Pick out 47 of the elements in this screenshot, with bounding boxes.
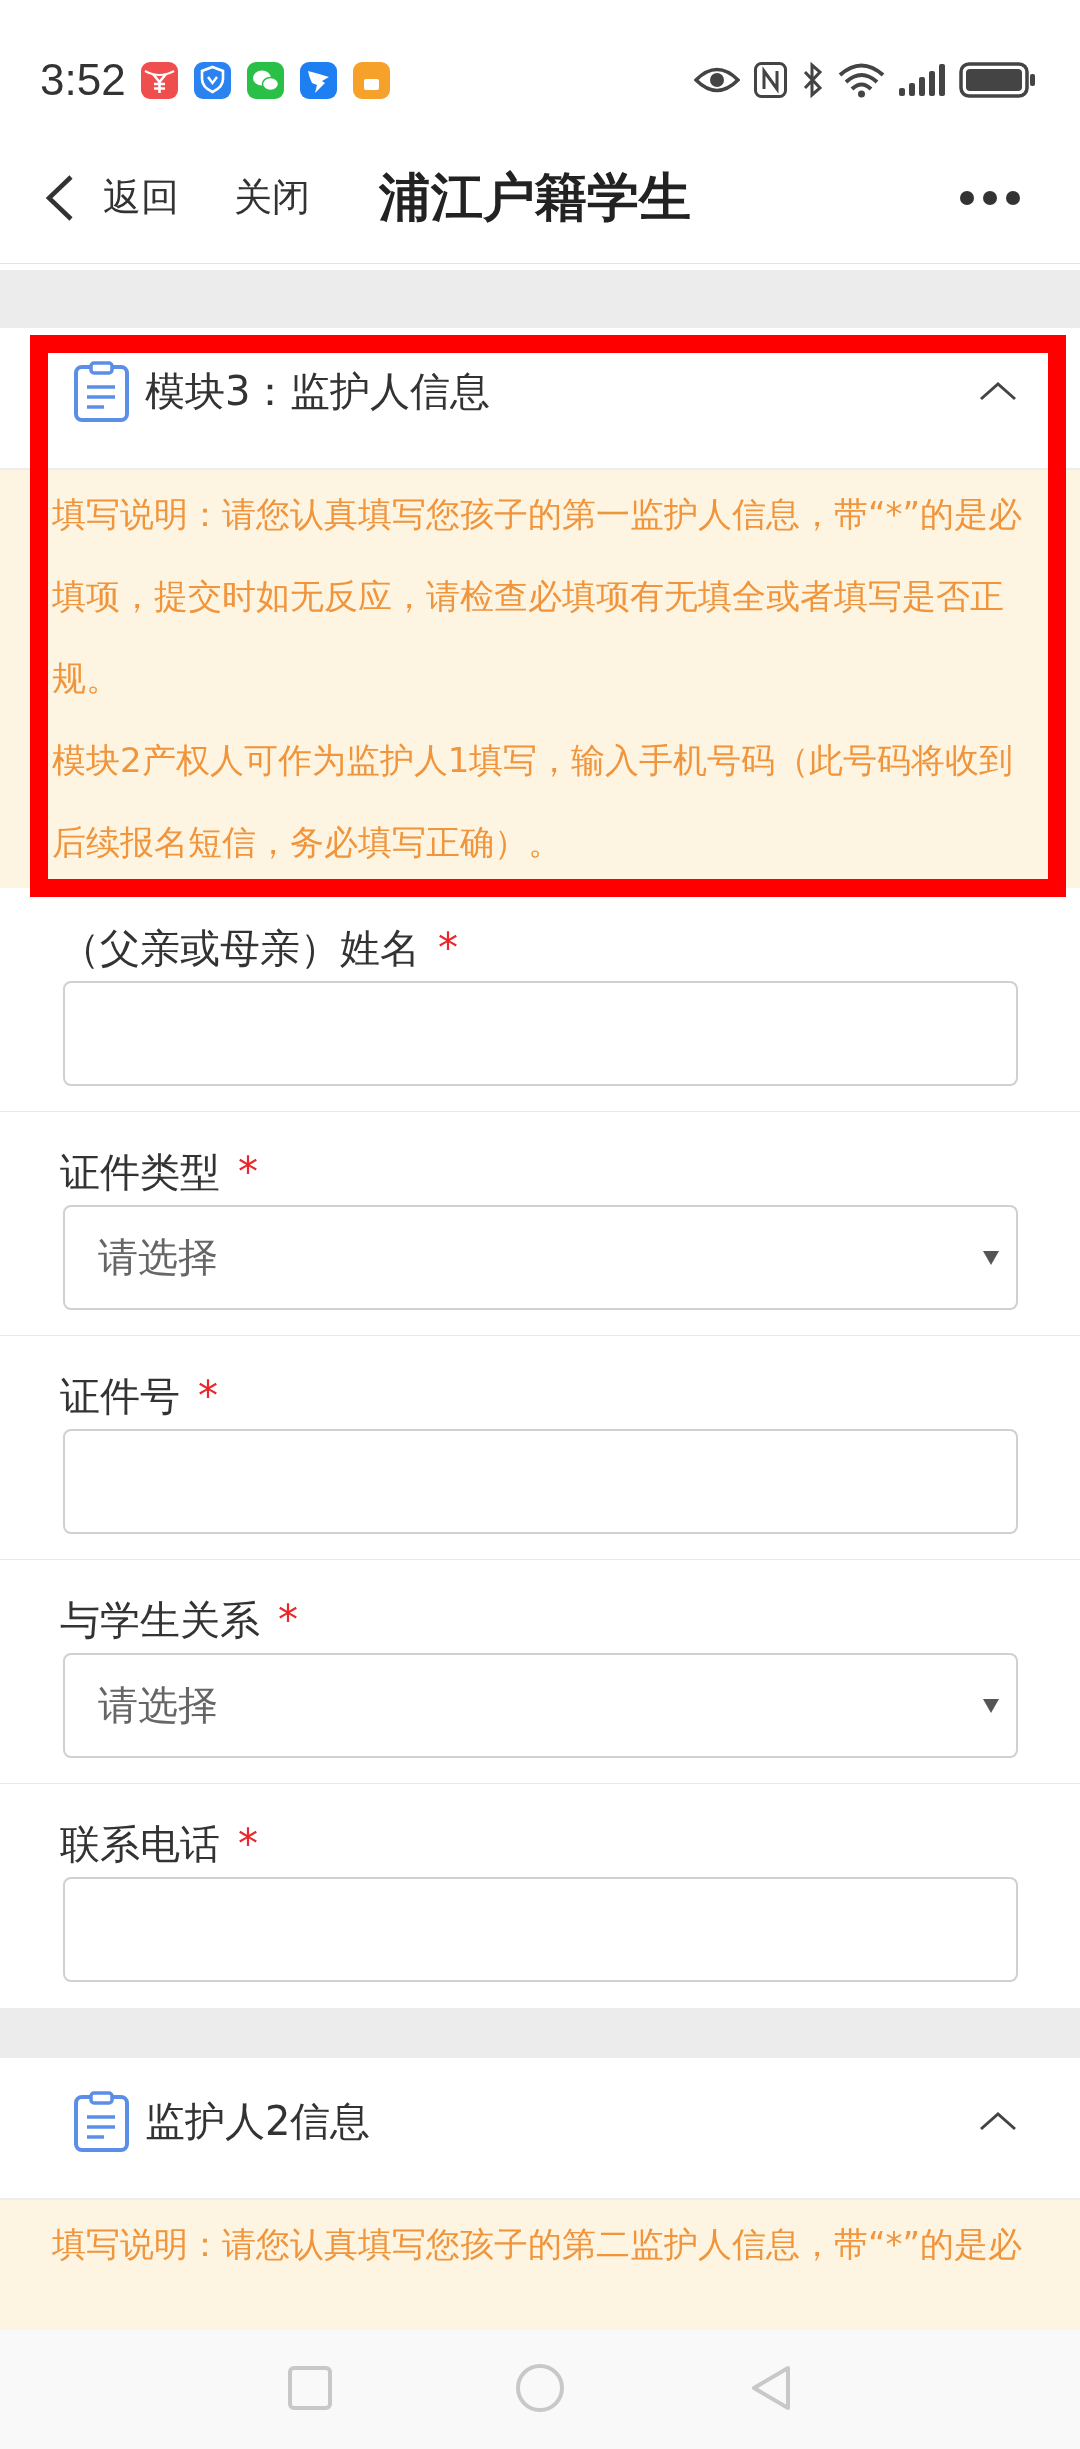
close-button[interactable]: 关闭 xyxy=(234,172,310,223)
chevron-up-icon[interactable] xyxy=(979,2111,1017,2131)
wing-app-icon xyxy=(299,61,337,99)
home-icon[interactable] xyxy=(516,2363,564,2412)
bluetooth-icon xyxy=(801,62,824,98)
tile-app-icon xyxy=(352,61,390,99)
dropdown-triangle-icon xyxy=(983,1250,999,1265)
field-label: 证件类型 xyxy=(60,1147,220,1197)
select-field[interactable]: 请选择 xyxy=(63,1653,1018,1758)
nfc-icon xyxy=(754,62,787,98)
chevron-left-icon xyxy=(45,173,74,222)
required-mark: * xyxy=(238,1821,258,1867)
more-icon xyxy=(959,189,1021,206)
eye-icon xyxy=(694,65,740,95)
back-button[interactable]: 返回 xyxy=(45,172,179,223)
battery-icon xyxy=(959,62,1036,98)
more-button[interactable] xyxy=(959,189,1021,206)
page-title: 浦江户籍学生 xyxy=(379,165,691,229)
text-input-field[interactable] xyxy=(63,1429,1018,1534)
dropdown-triangle-icon xyxy=(983,1698,999,1713)
field-label: 联系电话 xyxy=(60,1819,220,1869)
text-input-field[interactable] xyxy=(63,1877,1018,1982)
section-title: 监护人2信息 xyxy=(145,2096,371,2146)
section-title: 模块3：监护人信息 xyxy=(145,366,491,416)
required-mark: * xyxy=(198,1373,218,1419)
field-label: （父亲或母亲）姓名 xyxy=(60,923,420,973)
chevron-up-icon[interactable] xyxy=(979,381,1017,401)
yen-app-icon xyxy=(140,61,178,99)
required-mark: * xyxy=(278,1597,298,1643)
clipboard-icon xyxy=(74,2090,129,2152)
signal-icon xyxy=(899,64,945,96)
shield-app-icon xyxy=(193,61,231,99)
select-field[interactable]: 请选择 xyxy=(63,1205,1018,1310)
field-label: 与学生关系 xyxy=(60,1595,260,1645)
recents-icon[interactable] xyxy=(288,2365,332,2410)
chat-app-icon xyxy=(246,61,284,99)
text-input-field[interactable] xyxy=(63,981,1018,1086)
back-icon[interactable] xyxy=(750,2364,792,2411)
status-time: 3:52 xyxy=(40,55,126,105)
instruction-text: 模块2产权人可作为监护人1填写，输入手机号码（此号码将收到后续报名短信，务必填写正确）。 xyxy=(52,739,1015,864)
field-label: 证件号 xyxy=(60,1371,180,1421)
instruction-text: 填写说明：请您认真填写您孩子的第一监护人信息，带“*”的是必填项，提交时如无反应，请检查必填项有无填全或者填写是否正规。 xyxy=(52,493,1024,700)
instruction-text: 填写说明：请您认真填写您孩子的第二监护人信息，带“*”的是必 xyxy=(52,2223,1024,2266)
wifi-icon xyxy=(838,62,885,98)
clipboard-icon xyxy=(74,360,129,422)
required-mark: * xyxy=(238,1149,258,1195)
required-mark: * xyxy=(438,925,458,971)
